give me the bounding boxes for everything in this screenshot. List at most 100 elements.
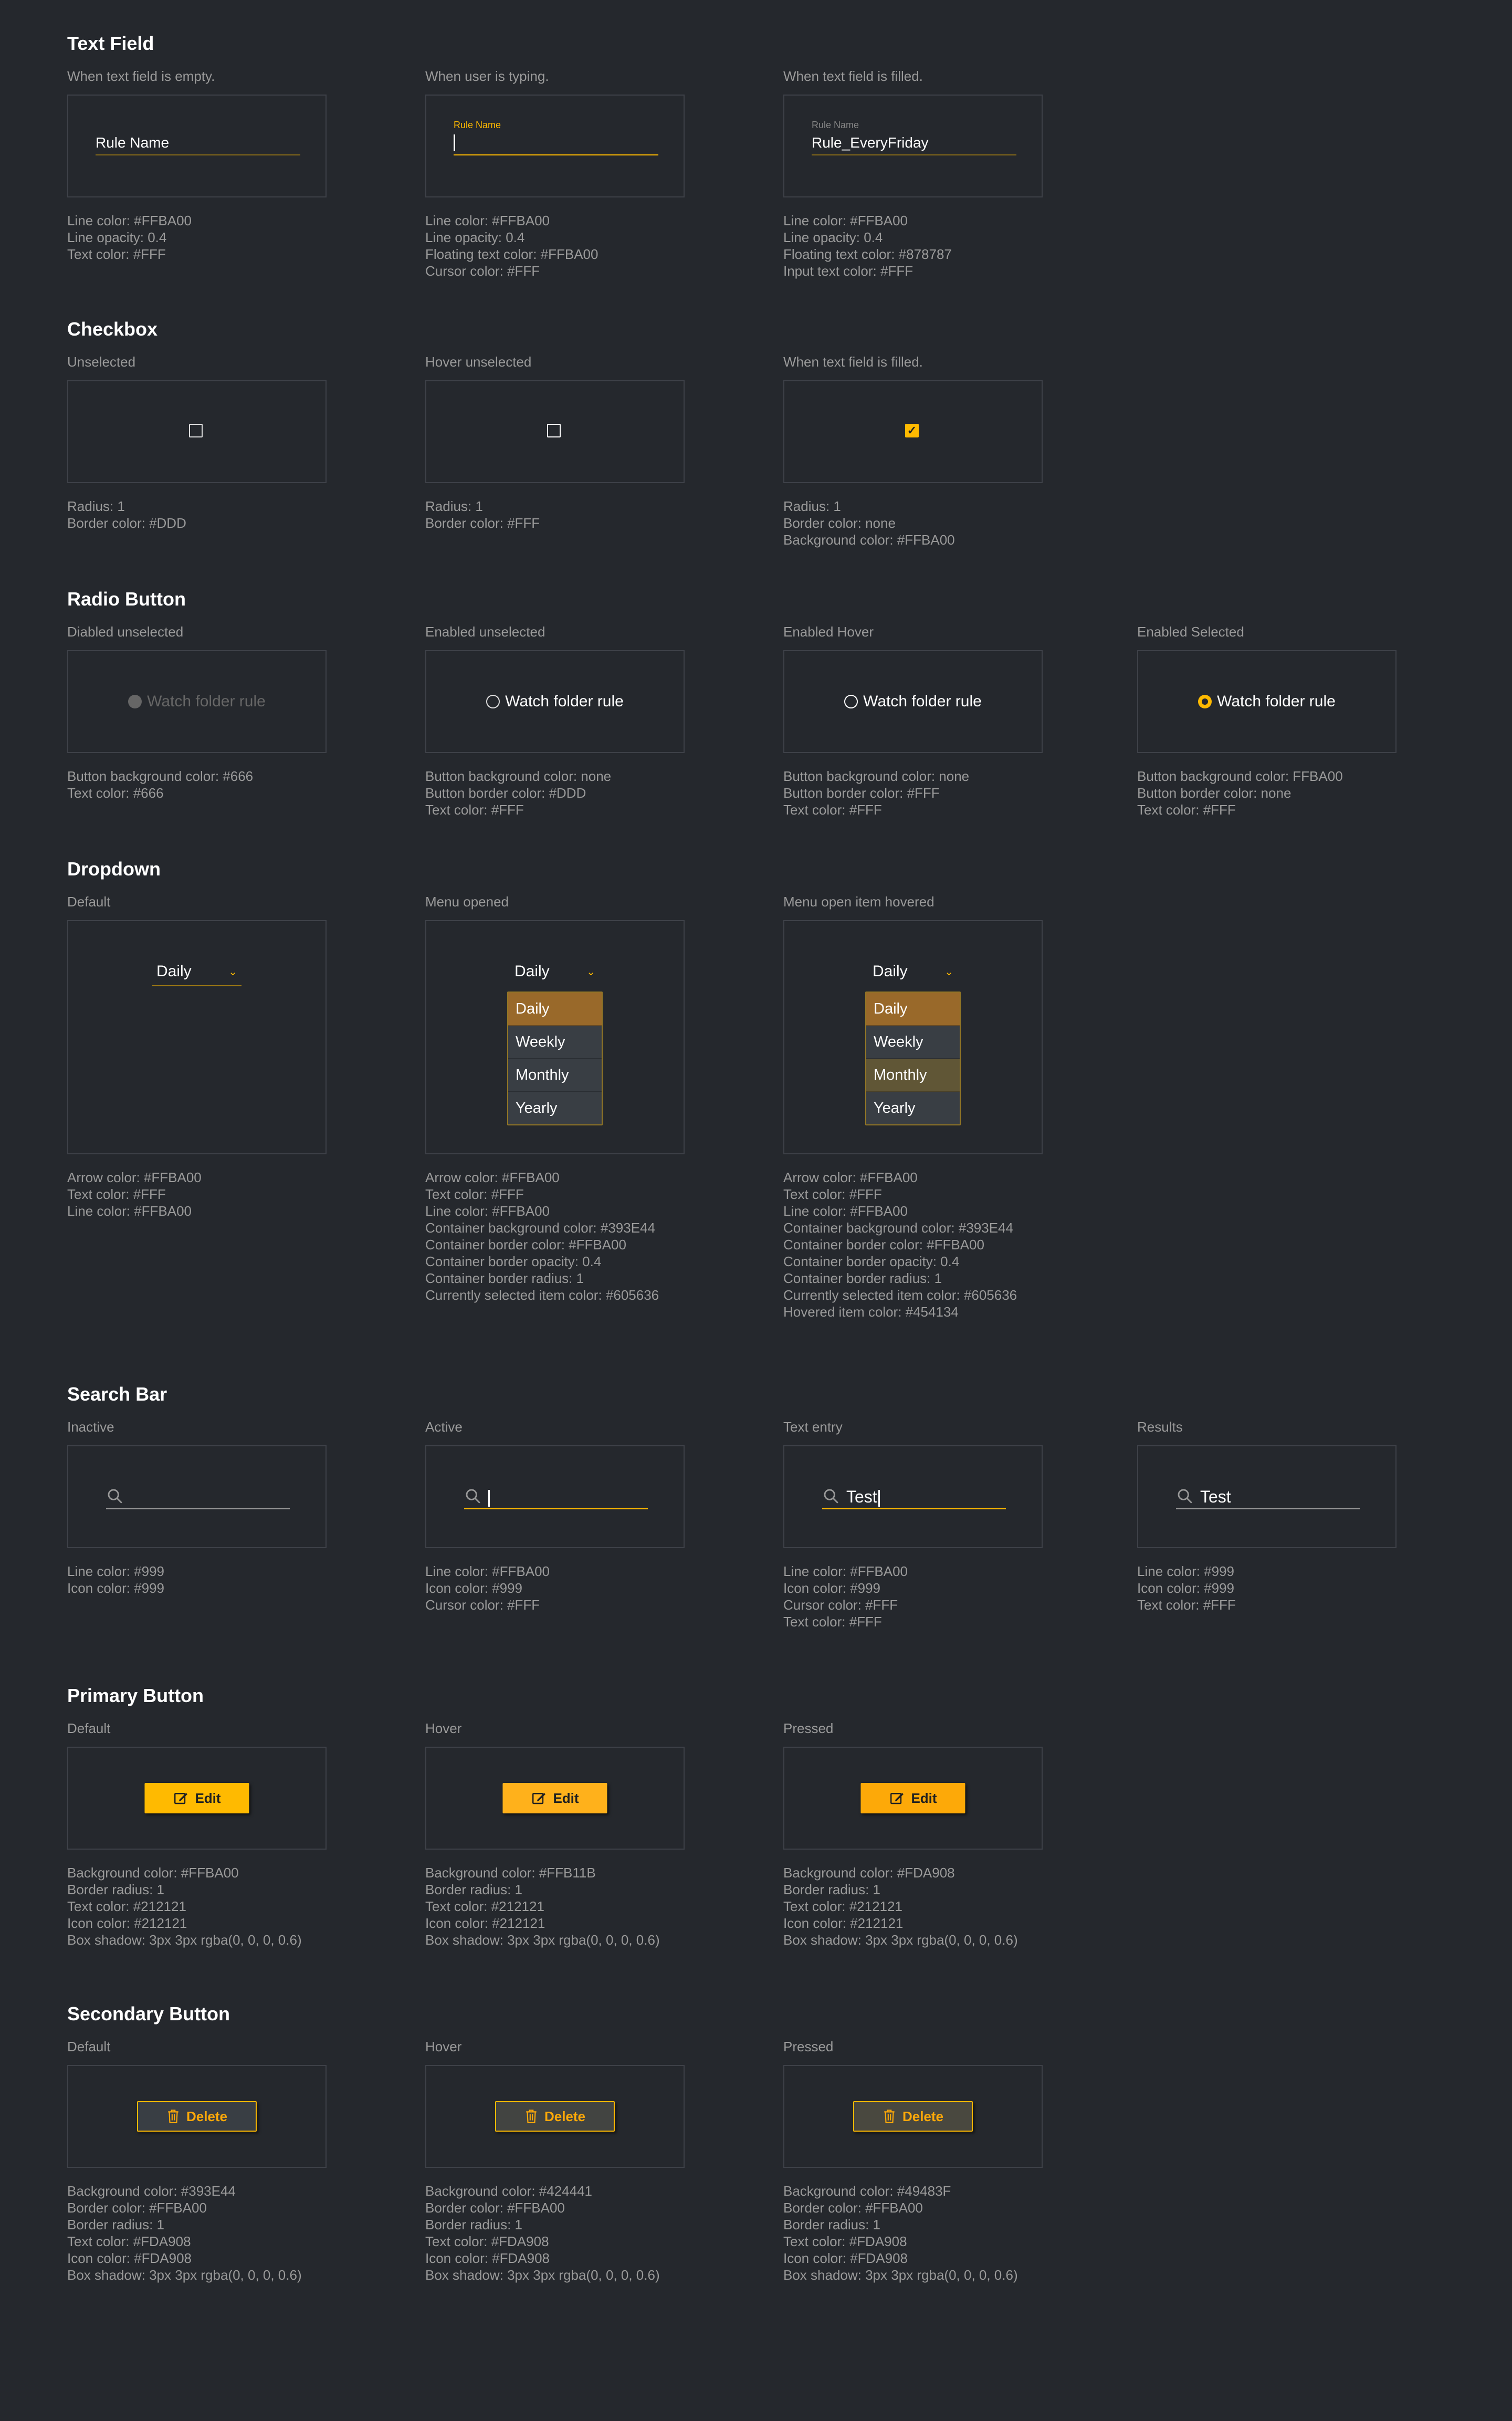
spec-note: Floating text color: #878787 [783,246,952,262]
radio-hover-cell: Enabled Hover Watch folder rule Button b… [783,623,1043,818]
search-text: Test [846,1485,880,1508]
spec-notes: Background color: #393E44 Border color: … [67,2183,327,2283]
demo-panel: Delete [783,2065,1043,2168]
edit-button[interactable]: Edit [860,1783,965,1813]
spec-note: Border color: #FFBA00 [425,2200,565,2216]
spec-note: Background color: #393E44 [67,2183,236,2199]
spec-note: Text color: #FDA908 [67,2234,191,2249]
dropdown-option-monthly[interactable]: Monthly [508,1059,602,1092]
search-input[interactable] [106,1485,290,1509]
primary-default-cell: Default Edit Background color: #FFBA00 B… [67,1719,327,1948]
radio-option[interactable]: Watch folder rule [784,651,1042,752]
search-input[interactable] [464,1485,648,1509]
state-label: Hover unselected [425,354,532,370]
edit-button[interactable]: Edit [502,1783,607,1813]
spec-note: Icon color: #212121 [425,1915,545,1931]
section-title-search-bar: Search Bar [67,1383,167,1405]
spec-notes: Arrow color: #FFBA00 Text color: #FFF Li… [783,1169,1043,1320]
section-title-radio-button: Radio Button [67,588,186,610]
search-query: Test [846,1487,877,1506]
edit-button[interactable]: Edit [144,1783,249,1813]
radio-label: Watch folder rule [505,693,624,710]
search-icon [824,1489,838,1504]
secondary-hover-cell: Hover Delete Background color: #424441 B… [425,2038,685,2283]
rule-name-text-field[interactable]: Rule Name [96,120,300,155]
dropdown-option-daily[interactable]: Daily [866,993,960,1026]
spec-note: Box shadow: 3px 3px rgba(0, 0, 0, 0.6) [67,1932,302,1948]
spec-note: Arrow color: #FFBA00 [67,1170,202,1185]
demo-panel [425,1445,685,1548]
section-title-checkbox: Checkbox [67,318,158,340]
spec-note: Text color: #FFF [67,246,166,262]
checkbox[interactable] [547,424,561,437]
dropdown-option-daily[interactable]: Daily [508,993,602,1026]
button-label: Delete [902,2108,944,2124]
radio-button[interactable] [486,695,500,708]
spec-note: Box shadow: 3px 3px rgba(0, 0, 0, 0.6) [783,2267,1018,2283]
spec-notes: Background color: #FFBA00 Border radius:… [67,1864,327,1948]
spec-note: Container border radius: 1 [783,1270,942,1286]
spec-note: Button border color: #FFF [783,785,940,801]
delete-button[interactable]: Delete [136,2101,257,2132]
rule-name-text-field[interactable]: Rule Name [454,120,658,155]
spec-note: Border color: #FFF [425,515,540,531]
radio-button[interactable] [844,695,858,708]
search-text: Test [1200,1487,1231,1506]
section-title-text-field: Text Field [67,33,154,54]
frequency-dropdown[interactable]: Daily ⌄ Daily Weekly Monthly Yearly [865,958,961,1125]
rule-name-text-field[interactable]: Rule Name Rule_EveryFriday [812,120,1016,155]
spec-notes: Background color: #FFB11B Border radius:… [425,1864,685,1948]
dropdown-toggle[interactable]: Daily ⌄ [152,958,242,986]
spec-note: Text color: #212121 [67,1898,186,1914]
dropdown-option-weekly[interactable]: Weekly [508,1026,602,1059]
checkbox[interactable] [189,424,203,437]
dropdown-toggle[interactable]: Daily ⌄ [510,958,600,986]
spec-note: Line color: #FFBA00 [425,1203,550,1219]
spec-notes: Button background color: none Button bor… [783,768,1043,818]
spec-notes: Background color: #FDA908 Border radius:… [783,1864,1043,1948]
radio-option[interactable]: Watch folder rule [426,651,684,752]
spec-note: Border radius: 1 [783,1882,880,1897]
dropdown-menu: Daily Weekly Monthly Yearly [865,992,961,1125]
dropdown-value: Daily [156,963,192,980]
spec-notes: Radius: 1 Border color: #FFF [425,498,685,531]
dropdown-value: Daily [873,963,908,980]
delete-button[interactable]: Delete [495,2101,615,2132]
demo-panel: Rule Name Rule_EveryFriday [783,95,1043,197]
dropdown-option-monthly[interactable]: Monthly [866,1059,960,1092]
spec-notes: Line color: #999 Icon color: #999 Text c… [1137,1563,1396,1613]
spec-note: Line color: #FFBA00 [783,1203,908,1219]
demo-panel: Edit [783,1747,1043,1850]
spec-note: Border radius: 1 [425,1882,522,1897]
frequency-dropdown[interactable]: Daily ⌄ [152,958,242,986]
dropdown-option-yearly[interactable]: Yearly [508,1092,602,1124]
dropdown-option-weekly[interactable]: Weekly [866,1026,960,1059]
spec-note: Container background color: #393E44 [783,1220,1013,1236]
spec-notes: Line color: #FFBA00 Line opacity: 0.4 Te… [67,212,327,263]
spec-note: Text color: #FDA908 [783,2234,907,2249]
frequency-dropdown[interactable]: Daily ⌄ Daily Weekly Monthly Yearly [507,958,603,1125]
demo-panel [425,380,685,483]
radio-button[interactable] [1198,695,1212,708]
search-active-cell: Active Line color: #FFBA00 Icon color: #… [425,1418,685,1613]
search-text-entry-cell: Text entry Test Line color: #FFBA00 Icon… [783,1418,1043,1630]
spec-notes: Line color: #FFBA00 Icon color: #999 Cur… [783,1563,1043,1630]
spec-note: Cursor color: #FFF [425,263,540,279]
spec-notes: Line color: #FFBA00 Line opacity: 0.4 Fl… [783,212,1043,279]
radio-option[interactable]: Watch folder rule [1138,651,1395,752]
spec-notes: Button background color: FFBA00 Button b… [1137,768,1396,818]
search-input[interactable]: Test [822,1485,1006,1509]
spec-note: Text color: #FDA908 [425,2234,549,2249]
dropdown-option-yearly[interactable]: Yearly [866,1092,960,1124]
checkbox[interactable]: ✓ [905,424,919,437]
spec-note: Arrow color: #FFBA00 [425,1170,560,1185]
spec-note: Icon color: #FDA908 [425,2250,550,2266]
dropdown-toggle[interactable]: Daily ⌄ [868,958,958,986]
button-label: Delete [186,2108,228,2124]
spec-note: Line opacity: 0.4 [67,229,167,245]
delete-button[interactable]: Delete [853,2101,973,2132]
search-input[interactable]: Test [1176,1485,1360,1509]
spec-note: Icon color: #212121 [783,1915,904,1931]
demo-panel: Rule Name [425,95,685,197]
spec-notes: Radius: 1 Border color: none Background … [783,498,1043,548]
